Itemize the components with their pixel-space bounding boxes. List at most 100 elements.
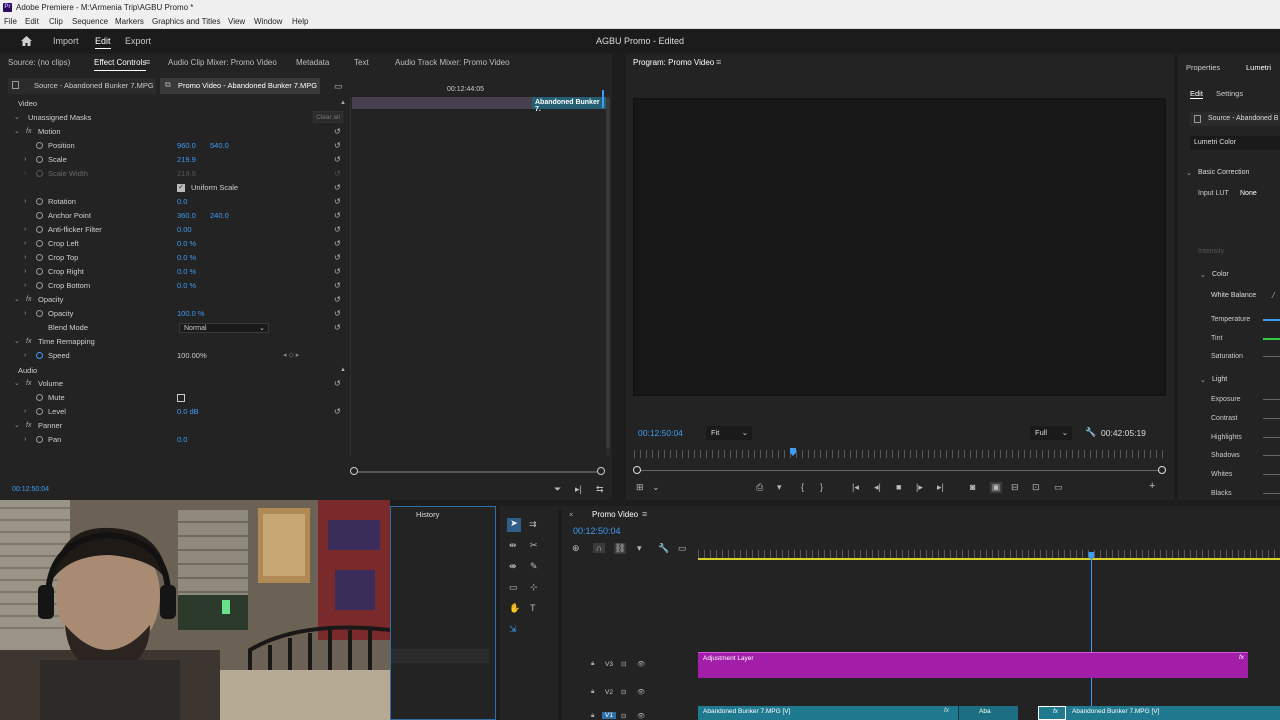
eyedropper-icon[interactable]: ⁄ xyxy=(1273,291,1274,300)
track-header-v3[interactable]: 🔒︎ V3 ⊟ 👁︎ xyxy=(562,657,696,673)
insert-icon[interactable]: ⊟ xyxy=(1011,482,1019,493)
nav-import[interactable]: Import xyxy=(53,30,79,53)
ec-time-ruler[interactable]: 00:12:44:05 xyxy=(352,84,604,96)
menu-lines-icon[interactable]: ≡ xyxy=(716,57,721,67)
stop-icon[interactable]: ■ xyxy=(896,482,901,492)
add-marker-icon[interactable]: ▾ xyxy=(637,543,642,554)
collapse-up-icon[interactable]: ▲ xyxy=(340,367,346,373)
level-row[interactable]: › Level 0.0 dB ↺ xyxy=(12,405,348,419)
volume-row[interactable]: ⌄ fx Volume ↺ xyxy=(12,377,348,391)
ec-zoom-bar[interactable] xyxy=(354,471,602,473)
step-back-icon[interactable]: ◂| xyxy=(874,482,881,493)
remix-tool-icon[interactable]: ⇲ xyxy=(509,624,517,635)
highlights-slider[interactable] xyxy=(1263,437,1280,438)
position-y-value[interactable]: 540.0 xyxy=(210,139,229,153)
position-x-value[interactable]: 960.0 xyxy=(177,139,196,153)
safe-margins-icon[interactable]: ⊞ xyxy=(636,482,644,493)
menu-sequence[interactable]: Sequence xyxy=(72,15,108,29)
light-section-label[interactable]: Light xyxy=(1212,376,1227,383)
mark-out-icon[interactable]: } xyxy=(820,482,823,492)
ec-playhead[interactable] xyxy=(602,90,604,108)
crop-bottom-row[interactable]: › Crop Bottom 0.0 % ↺ xyxy=(12,279,348,293)
snap-icon[interactable]: ∩ xyxy=(593,543,605,553)
add-button-icon[interactable]: + xyxy=(1149,480,1155,492)
program-current-time[interactable]: 00:12:50:04 xyxy=(638,428,683,438)
razor-tool-icon[interactable]: ✂ xyxy=(530,540,538,551)
track-header-v1[interactable]: 🔒︎ V1 ⊟ 👁︎ xyxy=(562,710,696,720)
time-remapping-row[interactable]: ⌄ fx Time Remapping xyxy=(12,335,348,349)
mute-row[interactable]: Mute xyxy=(12,391,348,405)
crop-top-row[interactable]: › Crop Top 0.0 % ↺ xyxy=(12,251,348,265)
blacks-slider[interactable] xyxy=(1263,493,1280,494)
timeline-playhead-line[interactable] xyxy=(1091,558,1093,720)
keyframe-nav-icon[interactable]: ◂ ◇ ▸ xyxy=(283,349,299,363)
bunker-clip-a[interactable]: Abandoned Bunker 7.MPG [V] fx xyxy=(698,706,958,720)
multicam-icon[interactable]: ▣ xyxy=(990,482,1002,493)
crop-tool-icon[interactable]: ⊹ xyxy=(530,582,538,593)
menu-markers[interactable]: Markers xyxy=(115,15,144,29)
menu-view[interactable]: View xyxy=(228,15,245,29)
crop-right-row[interactable]: › Crop Right 0.0 % ↺ xyxy=(12,265,348,279)
program-time-ruler[interactable] xyxy=(634,450,1164,458)
opacity-row[interactable]: › Opacity 100.0 % ↺ xyxy=(12,307,348,321)
captions-icon[interactable]: ▭ xyxy=(678,543,687,554)
crop-left-row[interactable]: › Crop Left 0.0 % ↺ xyxy=(12,237,348,251)
scale-row[interactable]: › Scale 219.9 ↺ xyxy=(12,153,348,167)
basic-correction-label[interactable]: Basic Correction xyxy=(1198,169,1249,176)
track-header-v2[interactable]: 🔒︎ V2 ⊟ 👁︎ xyxy=(562,685,696,701)
blend-mode-row[interactable]: Blend Mode Normal ⌄ ↺ xyxy=(12,321,348,335)
uniform-scale-checkbox[interactable]: ✓ xyxy=(177,184,185,192)
work-area-bar[interactable] xyxy=(698,558,1280,560)
uniform-scale-row[interactable]: ✓ Uniform Scale ↺ xyxy=(12,181,348,195)
camera-icon[interactable]: ◙ xyxy=(970,482,975,492)
menu-lines-icon[interactable]: ≡ xyxy=(145,57,150,67)
rectangle-tool-icon[interactable]: ▭ xyxy=(509,582,518,593)
color-section-label[interactable]: Color xyxy=(1212,271,1229,278)
temperature-slider[interactable] xyxy=(1263,319,1280,321)
subtab-settings[interactable]: Settings xyxy=(1216,89,1243,98)
scale-value[interactable]: 219.9 xyxy=(177,153,196,167)
menu-lines-icon[interactable]: ≡ xyxy=(642,509,647,519)
wrench-icon[interactable]: 🔧 xyxy=(1085,427,1096,438)
mark-in-icon[interactable]: { xyxy=(801,482,804,492)
chevron-down-icon[interactable]: ⌄ xyxy=(1186,169,1192,177)
ec-clip-bar[interactable]: Abandoned Bunker 7. xyxy=(532,97,606,113)
subtab-edit[interactable]: Edit xyxy=(1190,89,1203,99)
menu-window[interactable]: Window xyxy=(254,15,282,29)
selection-tool-icon[interactable]: ➤ xyxy=(507,518,521,532)
marker-icon[interactable]: ▾ xyxy=(777,482,782,493)
play-only-icon[interactable]: ▸| xyxy=(575,484,582,495)
exposure-slider[interactable] xyxy=(1263,399,1280,400)
mute-checkbox[interactable] xyxy=(177,394,185,402)
shadows-slider[interactable] xyxy=(1263,455,1280,456)
lumetri-source-dropdown[interactable]: Source - Abandoned B xyxy=(1190,112,1280,126)
nest-icon[interactable]: ⊕ xyxy=(572,543,580,554)
menu-clip[interactable]: Clip xyxy=(49,15,63,29)
panner-row[interactable]: ⌄ fx Panner xyxy=(12,419,348,433)
bunker-clip-b[interactable]: Abandoned Bunker 7.MPG [V] xyxy=(1066,706,1280,720)
ripple-edit-tool-icon[interactable]: ⇹ xyxy=(509,540,517,551)
tab-source[interactable]: Source: (no clips) xyxy=(8,58,70,67)
menu-edit[interactable]: Edit xyxy=(25,15,39,29)
lift-icon[interactable]: ⎙ xyxy=(756,482,763,493)
anchor-point-row[interactable]: Anchor Point 360.0 240.0 ↺ xyxy=(12,209,348,223)
timeline-current-time[interactable]: 00:12:50:04 xyxy=(573,526,621,536)
history-item-selected[interactable] xyxy=(391,649,489,663)
tab-lumetri[interactable]: Lumetri xyxy=(1246,63,1271,72)
subtab-program-clip[interactable]: ⧉ Promo Video - Abandoned Bunker 7.MPG xyxy=(160,78,320,94)
zoom-handle-right[interactable] xyxy=(1158,466,1166,474)
go-to-out-icon[interactable]: ▸| xyxy=(937,482,944,493)
whites-slider[interactable] xyxy=(1263,474,1280,475)
home-icon[interactable] xyxy=(20,35,33,47)
blend-mode-dropdown[interactable]: Normal ⌄ xyxy=(179,323,269,333)
nav-edit[interactable]: Edit xyxy=(95,30,111,53)
export-frame-icon[interactable]: ⇆ xyxy=(596,484,604,495)
opacity-group-row[interactable]: ⌄ fx Opacity ↺ xyxy=(12,293,348,307)
selected-clip[interactable]: fx xyxy=(1038,706,1066,720)
program-zoom-bar[interactable] xyxy=(638,470,1160,471)
anti-flicker-row[interactable]: › Anti-flicker Filter 0.00 ↺ xyxy=(12,223,348,237)
menu-file[interactable]: File xyxy=(4,15,17,29)
chevron-down-icon[interactable]: ⌄ xyxy=(1200,376,1206,384)
hand-tool-icon[interactable]: ✋ xyxy=(509,603,520,614)
tab-text[interactable]: Text xyxy=(354,58,369,67)
